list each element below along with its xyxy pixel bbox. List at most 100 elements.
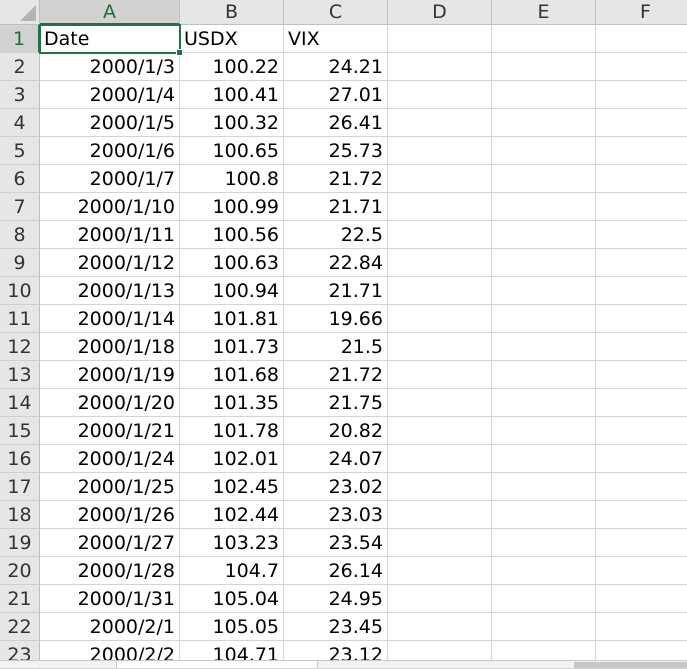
cell-b9[interactable]: 100.63 (180, 249, 284, 277)
cell-d12[interactable] (388, 333, 492, 361)
cell-c9[interactable]: 22.84 (284, 249, 388, 277)
cell-a11[interactable]: 2000/1/14 (40, 305, 180, 333)
cell-e8[interactable] (492, 221, 596, 249)
cell-a16[interactable]: 2000/1/24 (40, 445, 180, 473)
cell-f5[interactable] (596, 137, 687, 165)
cell-b7[interactable]: 100.99 (180, 193, 284, 221)
cell-f11[interactable] (596, 305, 687, 333)
cell-a21[interactable]: 2000/1/31 (40, 585, 180, 613)
column-header-c[interactable]: C (284, 0, 388, 25)
cell-d15[interactable] (388, 417, 492, 445)
cell-b18[interactable]: 102.44 (180, 501, 284, 529)
cell-d4[interactable] (388, 109, 492, 137)
cell-b20[interactable]: 104.7 (180, 557, 284, 585)
cell-c11[interactable]: 19.66 (284, 305, 388, 333)
cell-f8[interactable] (596, 221, 687, 249)
cell-b11[interactable]: 101.81 (180, 305, 284, 333)
row-header-17[interactable]: 17 (0, 473, 40, 501)
column-header-d[interactable]: D (388, 0, 492, 25)
cell-f2[interactable] (596, 53, 687, 81)
cell-f21[interactable] (596, 585, 687, 613)
cell-e4[interactable] (492, 109, 596, 137)
cell-d5[interactable] (388, 137, 492, 165)
cell-b3[interactable]: 100.41 (180, 81, 284, 109)
cell-d6[interactable] (388, 165, 492, 193)
cell-a1[interactable]: Date (40, 25, 180, 53)
cell-c18[interactable]: 23.03 (284, 501, 388, 529)
row-header-7[interactable]: 7 (0, 193, 40, 221)
row-header-16[interactable]: 16 (0, 445, 40, 473)
cell-b19[interactable]: 103.23 (180, 529, 284, 557)
cell-b16[interactable]: 102.01 (180, 445, 284, 473)
cell-d19[interactable] (388, 529, 492, 557)
cell-c13[interactable]: 21.72 (284, 361, 388, 389)
cell-c7[interactable]: 21.71 (284, 193, 388, 221)
cell-f20[interactable] (596, 557, 687, 585)
cell-a2[interactable]: 2000/1/3 (40, 53, 180, 81)
cell-e22[interactable] (492, 613, 596, 641)
cell-c2[interactable]: 24.21 (284, 53, 388, 81)
row-header-20[interactable]: 20 (0, 557, 40, 585)
column-header-e[interactable]: E (492, 0, 596, 25)
cell-d2[interactable] (388, 53, 492, 81)
cell-c5[interactable]: 25.73 (284, 137, 388, 165)
column-header-a[interactable]: A (40, 0, 180, 25)
cell-d1[interactable] (388, 25, 492, 53)
cell-d3[interactable] (388, 81, 492, 109)
cell-e21[interactable] (492, 585, 596, 613)
cell-f15[interactable] (596, 417, 687, 445)
cell-a14[interactable]: 2000/1/20 (40, 389, 180, 417)
cell-d18[interactable] (388, 501, 492, 529)
cell-f3[interactable] (596, 81, 687, 109)
cell-f13[interactable] (596, 361, 687, 389)
cell-c16[interactable]: 24.07 (284, 445, 388, 473)
cell-f18[interactable] (596, 501, 687, 529)
cell-a20[interactable]: 2000/1/28 (40, 557, 180, 585)
cell-a17[interactable]: 2000/1/25 (40, 473, 180, 501)
cell-b2[interactable]: 100.22 (180, 53, 284, 81)
select-all-button[interactable] (0, 0, 40, 25)
column-header-b[interactable]: B (180, 0, 284, 25)
cell-e11[interactable] (492, 305, 596, 333)
cell-e20[interactable] (492, 557, 596, 585)
cell-f10[interactable] (596, 277, 687, 305)
cell-a12[interactable]: 2000/1/18 (40, 333, 180, 361)
row-header-15[interactable]: 15 (0, 417, 40, 445)
cell-e6[interactable] (492, 165, 596, 193)
cell-c8[interactable]: 22.5 (284, 221, 388, 249)
cell-e17[interactable] (492, 473, 596, 501)
cell-b14[interactable]: 101.35 (180, 389, 284, 417)
cell-a5[interactable]: 2000/1/6 (40, 137, 180, 165)
cell-e1[interactable] (492, 25, 596, 53)
cell-b17[interactable]: 102.45 (180, 473, 284, 501)
column-header-f[interactable]: F (596, 0, 687, 25)
row-header-6[interactable]: 6 (0, 165, 40, 193)
cell-b22[interactable]: 105.05 (180, 613, 284, 641)
row-header-4[interactable]: 4 (0, 109, 40, 137)
cell-c6[interactable]: 21.72 (284, 165, 388, 193)
cell-a9[interactable]: 2000/1/12 (40, 249, 180, 277)
cell-c20[interactable]: 26.14 (284, 557, 388, 585)
cell-b21[interactable]: 105.04 (180, 585, 284, 613)
row-header-2[interactable]: 2 (0, 53, 40, 81)
cell-c17[interactable]: 23.02 (284, 473, 388, 501)
cell-f14[interactable] (596, 389, 687, 417)
row-header-21[interactable]: 21 (0, 585, 40, 613)
cell-a15[interactable]: 2000/1/21 (40, 417, 180, 445)
cell-e18[interactable] (492, 501, 596, 529)
cell-e5[interactable] (492, 137, 596, 165)
cell-f4[interactable] (596, 109, 687, 137)
cell-d14[interactable] (388, 389, 492, 417)
cell-b10[interactable]: 100.94 (180, 277, 284, 305)
cell-e3[interactable] (492, 81, 596, 109)
cell-d9[interactable] (388, 249, 492, 277)
cell-d10[interactable] (388, 277, 492, 305)
cell-c1[interactable]: VIX (284, 25, 388, 53)
row-header-18[interactable]: 18 (0, 501, 40, 529)
row-header-12[interactable]: 12 (0, 333, 40, 361)
cell-e16[interactable] (492, 445, 596, 473)
row-header-14[interactable]: 14 (0, 389, 40, 417)
cell-b15[interactable]: 101.78 (180, 417, 284, 445)
cell-d22[interactable] (388, 613, 492, 641)
cell-c12[interactable]: 21.5 (284, 333, 388, 361)
